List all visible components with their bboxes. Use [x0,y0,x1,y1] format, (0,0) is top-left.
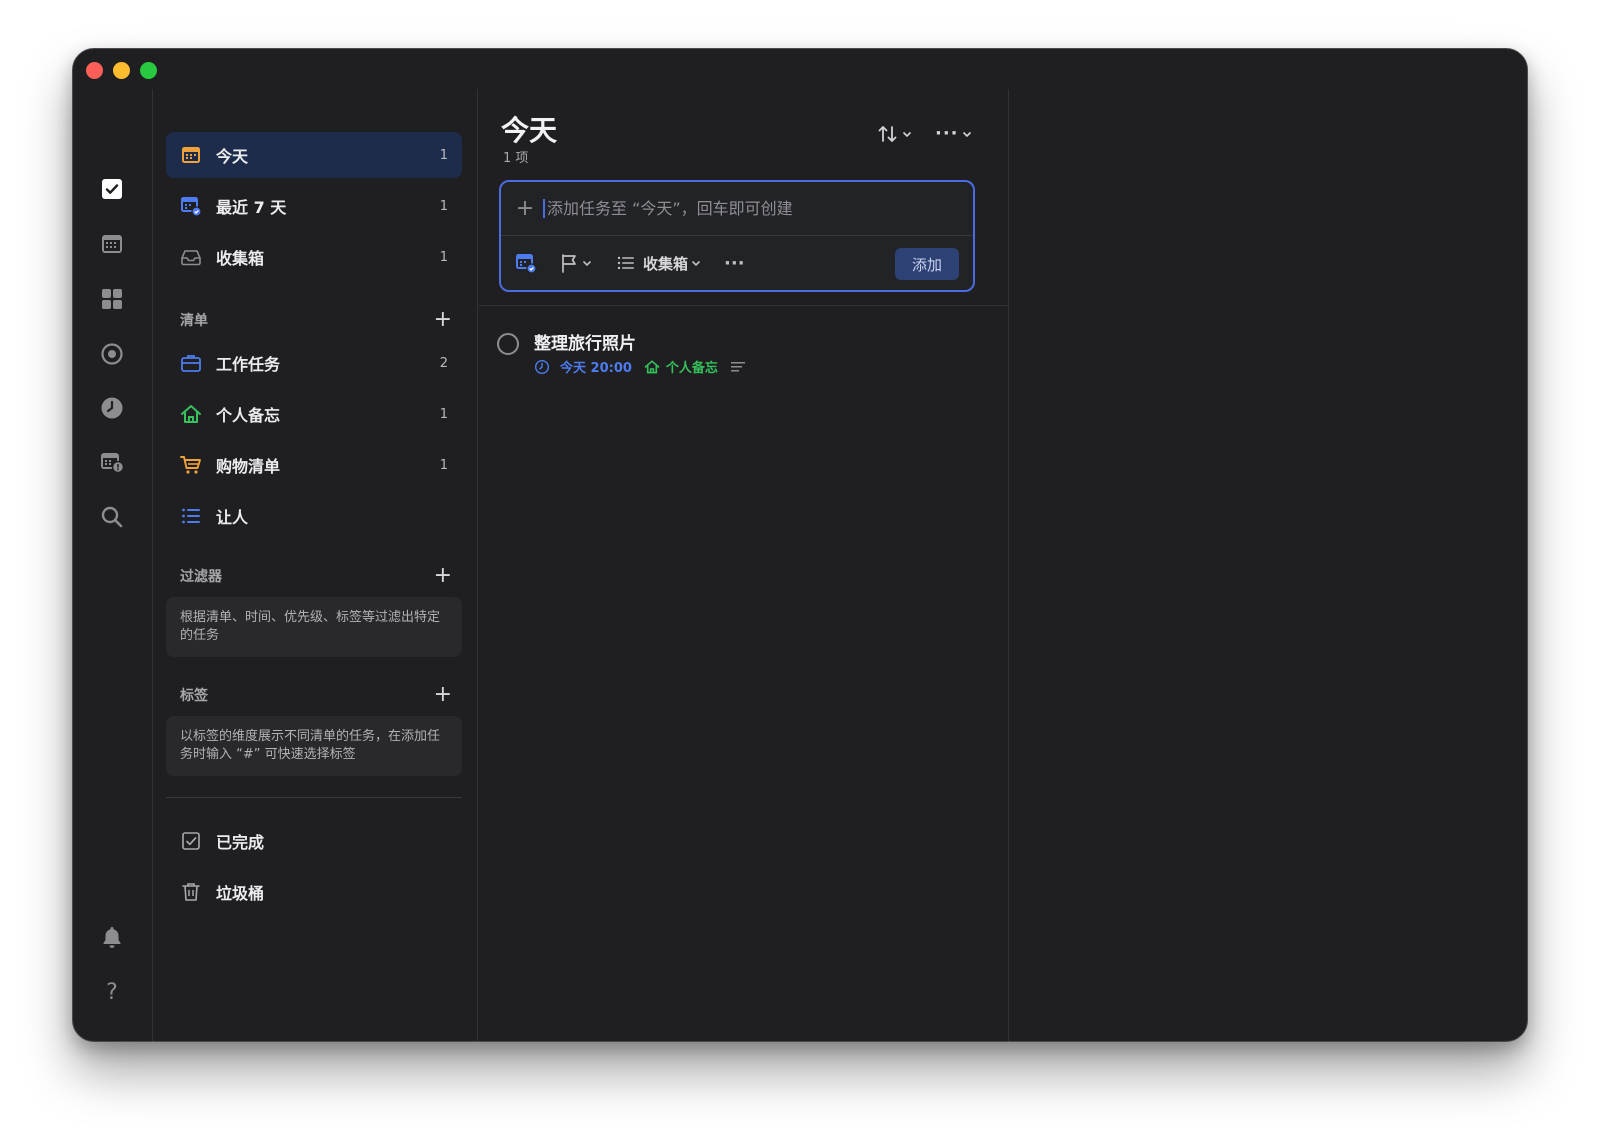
nav-rail: ? [73,89,153,1041]
sidebar-item-inbox[interactable]: 收集箱 1 [166,234,462,280]
chevron-down-icon [962,131,971,137]
close-window-button[interactable] [86,62,103,79]
task-meta: 今天 20:00 个人备忘 [534,357,746,376]
sidebar-item-next-7-days[interactable]: 最近 7 天 1 [166,183,462,229]
sort-button[interactable] [877,123,913,145]
task-item[interactable]: 整理旅行照片 今天 20:00 个人备忘 [497,329,987,389]
tags-hint: 以标签的维度展示不同清单的任务，在添加任务时输入 “#” 可快速选择标签 [166,716,462,776]
add-task-toolbar: 收集箱 ··· [515,248,767,278]
list-select-label: 收集箱 [643,254,689,273]
sidebar-item-label: 最近 7 天 [216,198,287,217]
sidebar-item-shopping[interactable]: 购物清单 1 [166,442,462,488]
sidebar-item-work[interactable]: 工作任务 2 [166,340,462,386]
sidebar-item-trash[interactable]: 垃圾桶 [166,869,462,915]
add-task-row: + [501,182,973,236]
sidebar-item-count: 1 [439,147,448,163]
main-divider [479,305,1008,306]
tags-section-title: 标签 [180,688,208,704]
plus-icon: + [515,196,535,221]
page-title: 今天 [501,114,558,147]
clock-icon[interactable] [99,395,125,421]
list-select-button[interactable]: 收集箱 [615,252,702,274]
task-due-date: 今天 20:00 [560,361,632,376]
app-window: ? 今天 1 最近 7 天 1 收集箱 1 清单 + 工作任务 2 个人备忘 1… [72,48,1528,1042]
task-checkbox[interactable] [497,333,519,355]
briefcase-icon [180,352,202,374]
calendar-today-icon [180,144,202,166]
sidebar-item-label: 垃圾桶 [216,884,265,903]
sidebar-item-today[interactable]: 今天 1 [166,132,462,178]
lists-section-header: 清单 + [180,309,452,331]
minimize-window-button[interactable] [113,62,130,79]
lists-section-title: 清单 [180,313,208,329]
focus-icon[interactable] [99,341,125,367]
sidebar-item-label: 已完成 [216,833,265,852]
sidebar-item-rangren[interactable]: 让人 [166,493,462,539]
calendar-check-icon [516,254,537,274]
more-options-button[interactable]: ··· [935,123,973,144]
sidebar-item-label: 购物清单 [216,457,281,476]
help-icon[interactable]: ? [99,979,125,1005]
sidebar-divider [166,797,462,798]
chevron-down-icon [691,260,701,267]
list-icon [617,256,634,270]
filters-section-title: 过滤器 [180,569,222,585]
sidebar-item-count: 1 [439,457,448,473]
date-picker-button[interactable] [515,252,537,274]
home-icon [180,403,202,425]
calendar-icon[interactable] [99,231,125,257]
sidebar: 今天 1 最近 7 天 1 收集箱 1 清单 + 工作任务 2 个人备忘 1 购… [154,89,478,1041]
home-icon [644,359,660,373]
grid-icon[interactable] [99,286,125,312]
sort-icon [878,126,897,142]
checkbox-icon[interactable] [99,176,125,202]
add-task-input[interactable] [543,199,943,218]
main-pane: 今天 1 项 ··· + 添加任务至 “今天”，回车即可创建 收集箱 ··· 添… [479,89,1009,1041]
filters-hint: 根据清单、时间、优先级、标签等过滤出特定的任务 [166,597,462,657]
chevron-down-icon [902,131,912,138]
search-icon[interactable] [99,504,125,530]
description-icon [730,361,745,371]
sidebar-item-personal[interactable]: 个人备忘 1 [166,391,462,437]
add-task-box: + 收集箱 ··· 添加 [499,180,975,292]
sidebar-item-count: 1 [439,249,448,265]
filters-section-header: 过滤器 + [180,565,452,587]
more-icon: ··· [935,123,959,144]
task-title: 整理旅行照片 [534,334,636,354]
tags-section-header: 标签 + [180,684,452,706]
list-icon [180,505,202,527]
checked-box-icon [180,830,202,852]
task-list-name: 个人备忘 [665,361,718,376]
detail-pane [1010,89,1527,1041]
clock-icon [534,359,550,374]
cart-icon [180,454,202,476]
sidebar-item-label: 个人备忘 [216,406,281,425]
sidebar-item-label: 今天 [216,147,249,166]
sidebar-item-label: 工作任务 [216,355,281,374]
more-tools-button[interactable]: ··· [724,253,745,274]
window-controls [86,62,157,79]
zoom-window-button[interactable] [140,62,157,79]
inbox-icon [180,246,202,268]
priority-button[interactable] [559,252,593,274]
bell-icon[interactable] [99,924,125,950]
sidebar-item-count: 2 [439,355,448,371]
add-tag-button[interactable]: + [434,684,452,706]
flag-icon [562,254,576,273]
add-button[interactable]: 添加 [895,248,959,280]
sidebar-item-label: 让人 [216,508,249,527]
sidebar-item-label: 收集箱 [216,249,265,268]
calendar-week-icon [180,195,202,217]
chevron-down-icon [582,260,592,267]
sidebar-item-count: 1 [439,198,448,214]
calendar-alert-icon[interactable] [99,449,125,475]
add-list-button[interactable]: + [434,309,452,331]
sidebar-item-completed[interactable]: 已完成 [166,818,462,864]
sidebar-item-count: 1 [439,406,448,422]
task-count: 1 项 [503,151,529,166]
trash-icon [180,881,202,903]
add-filter-button[interactable]: + [434,565,452,587]
